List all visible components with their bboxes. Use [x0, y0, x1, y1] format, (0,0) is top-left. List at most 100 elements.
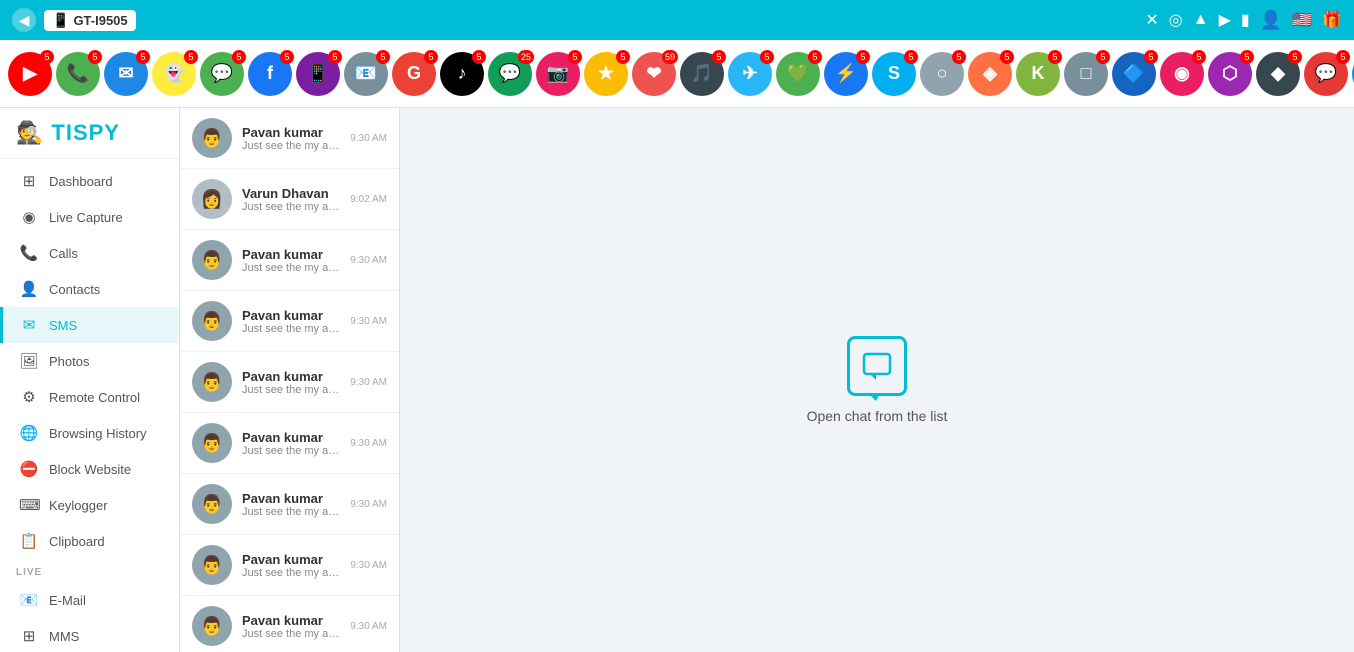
chat-list-item[interactable]: 👨Pavan kumarJust see the my admin!9:30 A… — [180, 230, 399, 291]
sidebar-item-mms[interactable]: ⊞MMS — [0, 618, 179, 652]
sidebar-item-photos[interactable]: 🖼Photos — [0, 343, 179, 379]
app-icon-messenger[interactable]: ⚡5 — [824, 52, 868, 96]
chat-list-item[interactable]: 👨Pavan kumarJust see the my admin!9:30 A… — [180, 413, 399, 474]
chat-list-item[interactable]: 👨Pavan kumarJust see the my admin!9:30 A… — [180, 474, 399, 535]
app-icon-sms[interactable]: 💬5 — [1304, 52, 1348, 96]
app-icon-unknown6[interactable]: ⬡5 — [1208, 52, 1252, 96]
app-icon-skype[interactable]: S5 — [872, 52, 916, 96]
nav-items: ⊞Dashboard◉Live Capture📞Calls👤Contacts✉S… — [0, 159, 179, 652]
app-icon-email[interactable]: ✉5 — [104, 52, 148, 96]
flag-icon: 🇺🇸 — [1292, 10, 1312, 30]
app-badge-snapchat: 5 — [184, 50, 198, 64]
sidebar-item-browsing-history[interactable]: 🌐Browsing History — [0, 415, 179, 451]
app-icon-hangouts[interactable]: 💬25 — [488, 52, 532, 96]
app-icon-unknown3[interactable]: □5 — [1064, 52, 1108, 96]
nav-icon-clipboard: 📋 — [19, 532, 39, 550]
app-badge-unknown2: 5 — [1000, 50, 1014, 64]
chat-preview: Just see the my admin! — [242, 323, 340, 335]
chat-info: Varun DhavanJust see the my admin! — [242, 186, 340, 213]
logo-icon: 🕵 — [16, 120, 43, 146]
app-icon-snapchat[interactable]: 👻5 — [152, 52, 196, 96]
chat-placeholder-icon — [847, 336, 907, 396]
nav-label-email: E-Mail — [49, 593, 86, 608]
app-icon-telegram[interactable]: ✈5 — [728, 52, 772, 96]
user-avatar: 👤 — [1260, 10, 1282, 31]
app-icon-unknown5[interactable]: ◉5 — [1160, 52, 1204, 96]
chat-avatar: 👨 — [192, 545, 232, 585]
chat-name: Varun Dhavan — [242, 186, 340, 201]
app-icon-google[interactable]: G5 — [392, 52, 436, 96]
nav-label-dashboard: Dashboard — [49, 174, 113, 189]
app-badge-tiktok: 5 — [472, 50, 486, 64]
app-badge-telegram: 5 — [760, 50, 774, 64]
nav-label-keylogger: Keylogger — [49, 498, 108, 513]
sidebar-item-block-website[interactable]: ⛔Block Website — [0, 451, 179, 487]
app-badge-unknown1: 5 — [952, 50, 966, 64]
app-icon-tiktok2[interactable]: 🎵5 — [680, 52, 724, 96]
chat-time: 9:30 AM — [350, 133, 387, 144]
nav-icon-mms: ⊞ — [19, 627, 39, 645]
top-bar-right: ✕ ◎ ▲ ▶ ▮ 👤 🇺🇸 🎁 — [1145, 10, 1342, 31]
chat-time: 9:30 AM — [350, 316, 387, 327]
chat-info: Pavan kumarJust see the my admin! — [242, 125, 340, 152]
sidebar-item-live-capture[interactable]: ◉Live Capture — [0, 199, 179, 235]
app-badge-unknown7: 5 — [1288, 50, 1302, 64]
chat-avatar: 👨 — [192, 484, 232, 524]
app-icon-google2[interactable]: ★5 — [584, 52, 628, 96]
app-icon-tiktok[interactable]: ♪5 — [440, 52, 484, 96]
sidebar-item-contacts[interactable]: 👤Contacts — [0, 271, 179, 307]
app-icon-whatsapp[interactable]: 💬5 — [200, 52, 244, 96]
nav-icon-block-website: ⛔ — [19, 460, 39, 478]
sidebar-item-calls[interactable]: 📞Calls — [0, 235, 179, 271]
chat-preview: Just see the my admin! — [242, 262, 340, 274]
nav-label-clipboard: Clipboard — [49, 534, 105, 549]
apps-bar: ▶5📞5✉5👻5💬5f5📱5📧5G5♪5💬25📷5★5❤59🎵5✈5💚5⚡5S5… — [0, 40, 1354, 108]
app-icon-phone[interactable]: 📞5 — [56, 52, 100, 96]
sidebar-item-clipboard[interactable]: 📋 Clipboard — [0, 523, 179, 559]
chat-list-item[interactable]: 👨Pavan kumarJust see the my admin!9:30 A… — [180, 596, 399, 652]
app-icon-badoo[interactable]: ❤59 — [632, 52, 676, 96]
app-icon-unknown1[interactable]: ○5 — [920, 52, 964, 96]
nav-label-browsing-history: Browsing History — [49, 426, 147, 441]
sidebar-item-sms[interactable]: ✉SMS — [0, 307, 179, 343]
chat-info: Pavan kumarJust see the my admin! — [242, 613, 340, 640]
app-badge-kik: 5 — [1048, 50, 1062, 64]
app-badge-instagram: 5 — [568, 50, 582, 64]
chat-list-item[interactable]: 👩Varun DhavanJust see the my admin!9:02 … — [180, 169, 399, 230]
app-icon-youtube[interactable]: ▶5 — [8, 52, 52, 96]
bluetooth-icon: ✕ — [1145, 10, 1158, 30]
chat-name: Pavan kumar — [242, 552, 340, 567]
chat-info: Pavan kumarJust see the my admin! — [242, 308, 340, 335]
app-icon-viber[interactable]: 📱5 — [296, 52, 340, 96]
app-icon-facebook[interactable]: f5 — [248, 52, 292, 96]
app-icon-unknown2[interactable]: ◈5 — [968, 52, 1012, 96]
app-icon-unknown7[interactable]: ◆5 — [1256, 52, 1300, 96]
app-icon-kik[interactable]: K5 — [1016, 52, 1060, 96]
sidebar-item-keylogger[interactable]: ⌨Keylogger — [0, 487, 179, 523]
sidebar-item-remote-control[interactable]: ⚙Remote Control — [0, 379, 179, 415]
chat-time: 9:02 AM — [350, 194, 387, 205]
chat-preview: Just see the my admin! — [242, 140, 340, 152]
sidebar: 🕵 TISPY ⊞Dashboard◉Live Capture📞Calls👤Co… — [0, 108, 180, 652]
chat-avatar: 👨 — [192, 606, 232, 646]
app-badge-unknown5: 5 — [1192, 50, 1206, 64]
app-badge-viber: 5 — [328, 50, 342, 64]
chat-info: Pavan kumarJust see the my admin! — [242, 430, 340, 457]
sidebar-item-email[interactable]: 📧E-Mail — [0, 582, 179, 618]
sidebar-item-dashboard[interactable]: ⊞Dashboard — [0, 163, 179, 199]
back-button[interactable]: ◀ — [12, 8, 36, 32]
chat-preview: Just see the my admin! — [242, 201, 340, 213]
app-icon-wechat[interactable]: 💚5 — [776, 52, 820, 96]
chat-list-item[interactable]: 👨Pavan kumarJust see the my admin!9:30 A… — [180, 352, 399, 413]
chat-name: Pavan kumar — [242, 369, 340, 384]
chat-avatar: 👨 — [192, 301, 232, 341]
chat-list-item[interactable]: 👨Pavan kumarJust see the my admin!9:30 A… — [180, 108, 399, 169]
app-icon-instagram[interactable]: 📷5 — [536, 52, 580, 96]
app-icon-unknown4[interactable]: 🔷5 — [1112, 52, 1156, 96]
chat-info: Pavan kumarJust see the my admin! — [242, 491, 340, 518]
chat-list-item[interactable]: 👨 Pavan kumarJust see the my admin! 9:30 A… — [180, 291, 399, 352]
app-icon-mail[interactable]: 📧5 — [344, 52, 388, 96]
chat-list-item[interactable]: 👨Pavan kumarJust see the my admin!9:30 A… — [180, 535, 399, 596]
chat-time: 9:30 AM — [350, 438, 387, 449]
signal-icon: ▶ — [1219, 10, 1231, 30]
